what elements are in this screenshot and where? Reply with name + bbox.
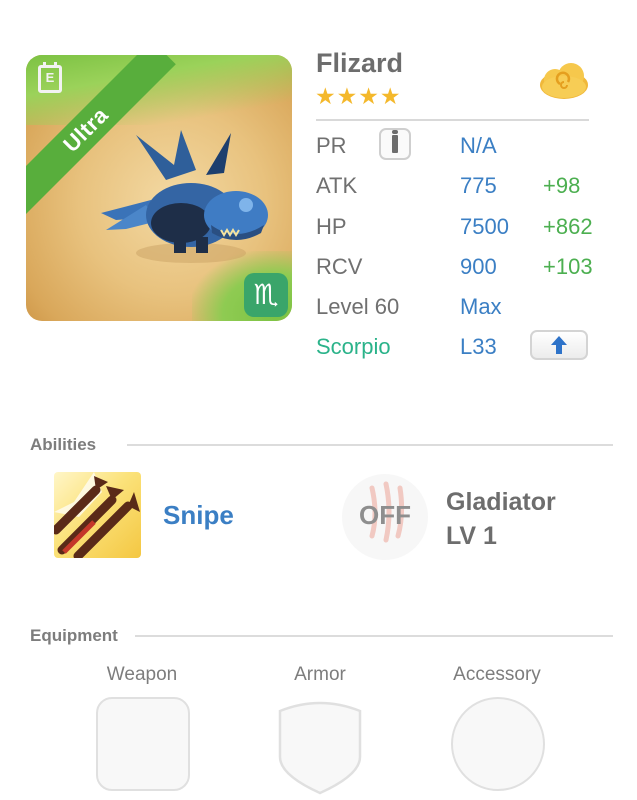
stat-bonus-hp: +862 [543,214,593,239]
passive-ability-name: Gladiator LV 1 [446,485,556,553]
accessory-slot-label: Accessory [453,664,541,685]
active-ability-icon[interactable] [54,472,141,558]
stat-label-hp: HP [316,214,347,239]
passive-name-line2: LV 1 [446,522,497,550]
zodiac-level: L33 [460,334,497,359]
stat-label-pr: PR [316,133,347,158]
armor-slot[interactable] [274,697,366,795]
star-rating: ★★★★ [315,83,402,109]
zodiac-label: Scorpio [316,334,391,359]
stat-label-atk: ATK [316,173,358,198]
stat-label-rcv: RCV [316,254,363,279]
accessory-slot[interactable] [451,697,545,791]
info-button[interactable] [379,128,411,160]
info-icon [392,130,398,153]
active-ability-name[interactable]: Snipe [163,500,234,531]
passive-ability-icon[interactable]: OFF [342,474,428,560]
passive-name-line1: Gladiator [446,488,556,516]
stat-bonus-rcv: +103 [543,254,593,279]
equipment-divider [135,635,613,637]
stat-label-level: Level 60 [316,294,400,319]
abilities-title: Abilities [30,435,97,454]
upgrade-button[interactable] [530,330,588,360]
stat-value-atk: 775 [460,173,497,198]
header-divider [316,119,589,121]
arrows-icon [54,472,140,558]
stat-value-pr: N/A [460,133,497,158]
weapon-slot-label: Weapon [106,664,178,685]
document-icon: E [38,62,62,93]
passive-status: OFF [359,500,411,530]
stat-bonus-atk: +98 [543,173,581,198]
arrow-up-icon [551,336,567,354]
stat-value-level: Max [460,294,502,319]
abilities-divider [127,444,613,446]
cloud-icon[interactable] [538,58,590,102]
monster-name: Flizard [316,48,404,78]
stat-value-hp: 7500 [460,214,509,239]
weapon-slot[interactable] [96,697,190,791]
equipment-title: Equipment [30,626,118,645]
scorpio-zodiac-icon: ♏ [244,273,288,317]
dragon-creature-icon [101,130,268,263]
monster-portrait[interactable]: Ultra E ♏ [26,55,292,321]
armor-slot-label: Armor [294,664,346,685]
stat-value-rcv: 900 [460,254,497,279]
